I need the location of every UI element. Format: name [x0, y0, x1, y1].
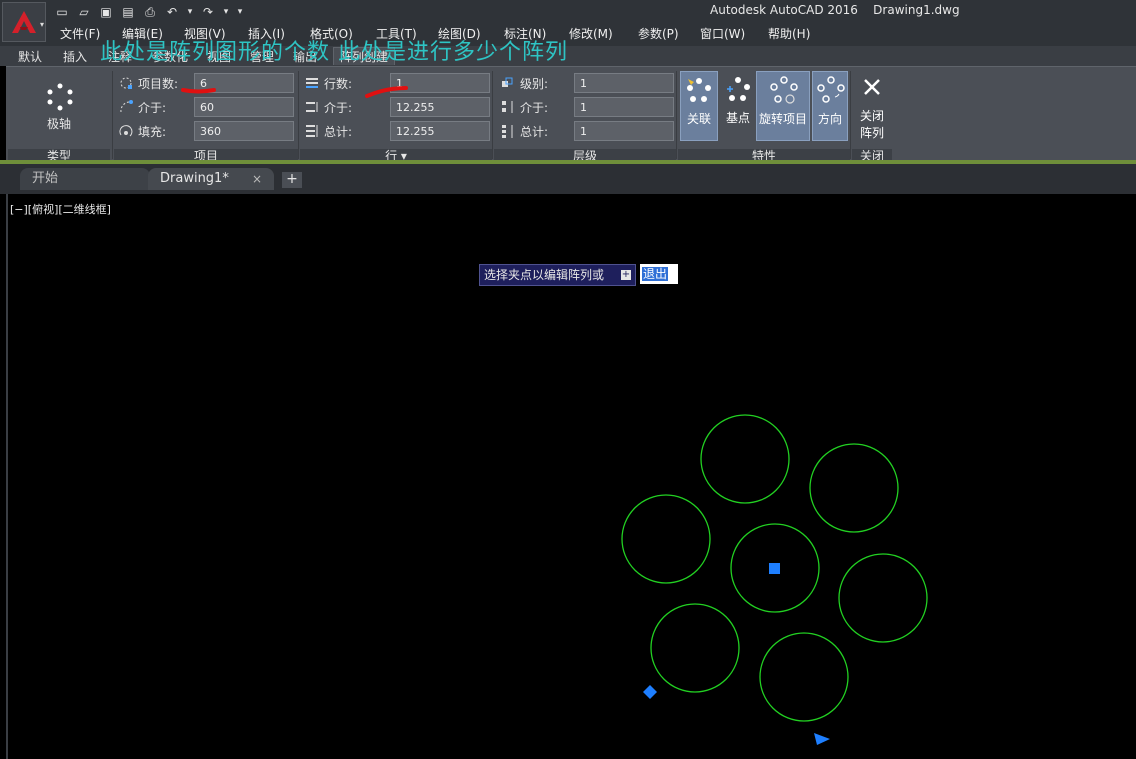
command-prompt-tooltip: 选择夹点以编辑阵列或 + — [479, 264, 636, 286]
array-circle[interactable] — [809, 443, 899, 533]
array-circle[interactable] — [838, 553, 928, 643]
array-circle[interactable] — [759, 632, 849, 722]
array-circle[interactable] — [650, 603, 740, 693]
annotation-mark-row-count — [365, 86, 408, 98]
base-grip[interactable] — [769, 563, 780, 574]
drawing-layer — [181, 86, 928, 745]
angle-grip[interactable] — [814, 733, 830, 745]
radius-grip[interactable] — [643, 685, 657, 699]
command-option-exit[interactable]: 退出 — [640, 264, 678, 284]
array-circle[interactable] — [621, 494, 711, 584]
command-prompt-text: 选择夹点以编辑阵列或 — [484, 268, 605, 282]
command-option-exit-label: 退出 — [642, 267, 669, 281]
expand-icon[interactable]: + — [621, 270, 631, 280]
array-circle[interactable] — [700, 414, 790, 504]
annotation-mark-item-count — [181, 88, 216, 94]
